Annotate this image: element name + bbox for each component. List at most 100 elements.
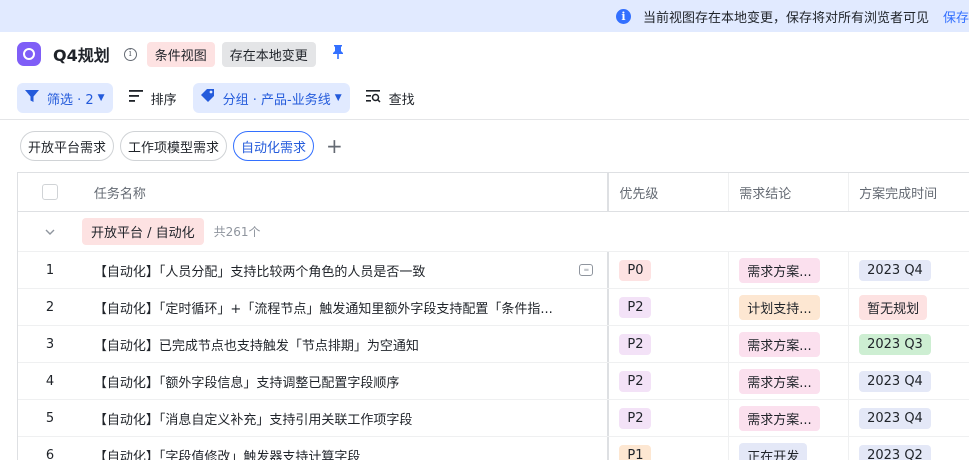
group-button[interactable]: 分组 · 产品-业务线 ▼ <box>192 83 350 113</box>
priority-cell[interactable]: P2 <box>609 400 730 436</box>
task-name-cell[interactable]: 【自动化】「人员分配」支持比较两个角色的人员是否一致 ═ <box>82 252 610 288</box>
time-chip: 2023 Q4 <box>859 370 931 392</box>
conclusion-cell[interactable]: 计划支持... <box>729 289 850 325</box>
time-chip: 暂无规划 <box>859 294 928 320</box>
task-name: 【自动化】「人员分配」支持比较两个角色的人员是否一致 <box>93 264 426 280</box>
conclusion-chip: 正在开发 <box>739 442 808 460</box>
task-name-cell[interactable]: 【自动化】已完成节点也支持触发「节点排期」为空通知 <box>82 326 610 362</box>
page-title: Q4规划 <box>53 46 110 65</box>
tab-automation[interactable]: 自动化需求 <box>233 131 315 161</box>
priority-chip: P2 <box>619 370 652 392</box>
toolbar-divider <box>0 119 969 120</box>
find-button[interactable]: 查找 <box>358 83 423 113</box>
task-name: 【自动化】已完成节点也支持触发「节点排期」为空通知 <box>93 338 419 354</box>
info-icon: i <box>615 8 631 24</box>
select-all-cell <box>18 173 82 211</box>
conclusion-cell[interactable]: 需求方案... <box>729 252 850 288</box>
task-name-cell[interactable]: 【自动化】「字段值修改」触发器支持计算字段 <box>82 437 610 460</box>
priority-cell[interactable]: P1 <box>609 437 730 460</box>
priority-chip: P2 <box>619 333 652 355</box>
table-row[interactable]: 1 【自动化】「人员分配」支持比较两个角色的人员是否一致 ═ P0 需求方案..… <box>18 252 969 289</box>
row-index: 4 <box>45 373 55 389</box>
task-name-cell[interactable]: 【自动化】「额外字段信息」支持调整已配置字段顺序 <box>82 363 610 399</box>
conclusion-cell[interactable]: 需求方案... <box>729 400 850 436</box>
time-chip: 2023 Q4 <box>859 259 931 281</box>
table-row[interactable]: 2 【自动化】「定时循环」+「流程节点」触发通知里额外字段支持配置「条件指...… <box>18 289 969 326</box>
pin-icon[interactable] <box>332 45 344 63</box>
conclusion-chip: 需求方案... <box>739 331 820 357</box>
task-name: 【自动化】「定时循环」+「流程节点」触发通知里额外字段支持配置「条件指... <box>93 301 553 317</box>
select-all-checkbox[interactable] <box>41 184 58 200</box>
tab-open-platform[interactable]: 开放平台需求 <box>20 131 115 161</box>
chevron-down-icon: ▼ <box>334 93 342 103</box>
filter-button[interactable]: 筛选 · 2 ▼ <box>17 83 113 113</box>
column-header-conclusion[interactable]: 需求结论 <box>729 173 850 211</box>
group-count: 共261个 <box>213 225 261 239</box>
task-name: 【自动化】「额外字段信息」支持调整已配置字段顺序 <box>93 375 400 391</box>
group-header[interactable]: 开放平台 / 自动化 共261个 <box>18 212 969 252</box>
task-name: 【自动化】「消息自定义补充」支持引用关联工作项字段 <box>93 412 413 428</box>
tab-work-item-model[interactable]: 工作项模型需求 <box>120 131 228 161</box>
priority-chip: P2 <box>619 407 652 429</box>
sort-icon <box>128 90 143 106</box>
row-index: 3 <box>45 336 55 352</box>
conclusion-cell[interactable]: 正在开发 <box>729 437 850 460</box>
priority-cell[interactable]: P0 <box>609 252 730 288</box>
time-cell[interactable]: 2023 Q3 <box>849 326 969 362</box>
view-app-icon <box>17 42 41 66</box>
conclusion-chip: 需求方案... <box>739 405 820 431</box>
save-link[interactable]: 保存 <box>943 7 969 26</box>
filter-icon <box>25 89 39 107</box>
time-cell[interactable]: 2023 Q2 <box>849 437 969 460</box>
row-index: 5 <box>45 410 55 426</box>
task-table: 任务名称 优先级 需求结论 方案完成时间 开放平台 / 自动化 共261个 1 … <box>17 172 969 460</box>
add-tab-icon[interactable]: + <box>326 134 343 158</box>
tag-icon <box>200 89 215 107</box>
time-chip: 2023 Q2 <box>859 444 931 460</box>
banner-message: 当前视图存在本地变更，保存将对所有浏览者可见 <box>642 10 929 26</box>
row-index: 6 <box>45 447 55 460</box>
conclusion-cell[interactable]: 需求方案... <box>729 363 850 399</box>
time-cell[interactable]: 2023 Q4 <box>849 363 969 399</box>
time-chip: 2023 Q4 <box>859 407 931 429</box>
table-row[interactable]: 3 【自动化】已完成节点也支持触发「节点排期」为空通知 P2 需求方案... 2… <box>18 326 969 363</box>
chevron-down-icon: ▼ <box>97 93 105 103</box>
priority-cell[interactable]: P2 <box>609 326 730 362</box>
conclusion-chip: 计划支持... <box>739 294 820 320</box>
group-label: 分组 · 产品-业务线 <box>222 92 331 108</box>
task-name-cell[interactable]: 【自动化】「定时循环」+「流程节点」触发通知里额外字段支持配置「条件指... <box>82 289 610 325</box>
filter-label: 筛选 · 2 <box>47 92 94 108</box>
conclusion-chip: 需求方案... <box>739 368 820 394</box>
task-name-cell[interactable]: 【自动化】「消息自定义补充」支持引用关联工作项字段 <box>82 400 610 436</box>
sort-label: 排序 <box>150 92 177 108</box>
priority-chip: P0 <box>619 259 652 281</box>
priority-chip: P1 <box>619 444 652 460</box>
priority-cell[interactable]: P2 <box>609 289 730 325</box>
column-header-priority[interactable]: 优先级 <box>609 173 730 211</box>
chevron-down-icon[interactable] <box>18 225 82 238</box>
view-type-tag: 条件视图 <box>146 41 215 67</box>
conclusion-chip: 需求方案... <box>739 257 820 283</box>
table-row[interactable]: 6 【自动化】「字段值修改」触发器支持计算字段 P1 正在开发 2023 Q2 <box>18 437 969 460</box>
row-index: 2 <box>45 299 55 315</box>
local-change-tag: 存在本地变更 <box>221 41 316 67</box>
row-index: 1 <box>45 262 55 278</box>
priority-cell[interactable]: P2 <box>609 363 730 399</box>
sort-button[interactable]: 排序 <box>121 83 185 113</box>
info-icon[interactable]: i <box>123 47 137 61</box>
table-row[interactable]: 5 【自动化】「消息自定义补充」支持引用关联工作项字段 P2 需求方案... 2… <box>18 400 969 437</box>
group-label: 开放平台 / 自动化 <box>82 218 204 245</box>
find-icon <box>365 89 381 107</box>
time-cell[interactable]: 2023 Q4 <box>849 400 969 436</box>
table-row[interactable]: 4 【自动化】「额外字段信息」支持调整已配置字段顺序 P2 需求方案... 20… <box>18 363 969 400</box>
view-tabs: 开放平台需求 工作项模型需求 自动化需求 + <box>20 130 343 162</box>
column-header-name[interactable]: 任务名称 <box>82 173 610 211</box>
time-cell[interactable]: 暂无规划 <box>849 289 969 325</box>
conclusion-cell[interactable]: 需求方案... <box>729 326 850 362</box>
find-label: 查找 <box>388 92 415 108</box>
column-header-time[interactable]: 方案完成时间 <box>849 173 969 211</box>
time-cell[interactable]: 2023 Q4 <box>849 252 969 288</box>
comment-icon[interactable]: ═ <box>579 264 594 276</box>
task-name: 【自动化】「字段值修改」触发器支持计算字段 <box>93 449 361 460</box>
toolbar: 筛选 · 2 ▼ 排序 分组 · 产品-业务线 ▼ 查找 <box>0 80 969 116</box>
